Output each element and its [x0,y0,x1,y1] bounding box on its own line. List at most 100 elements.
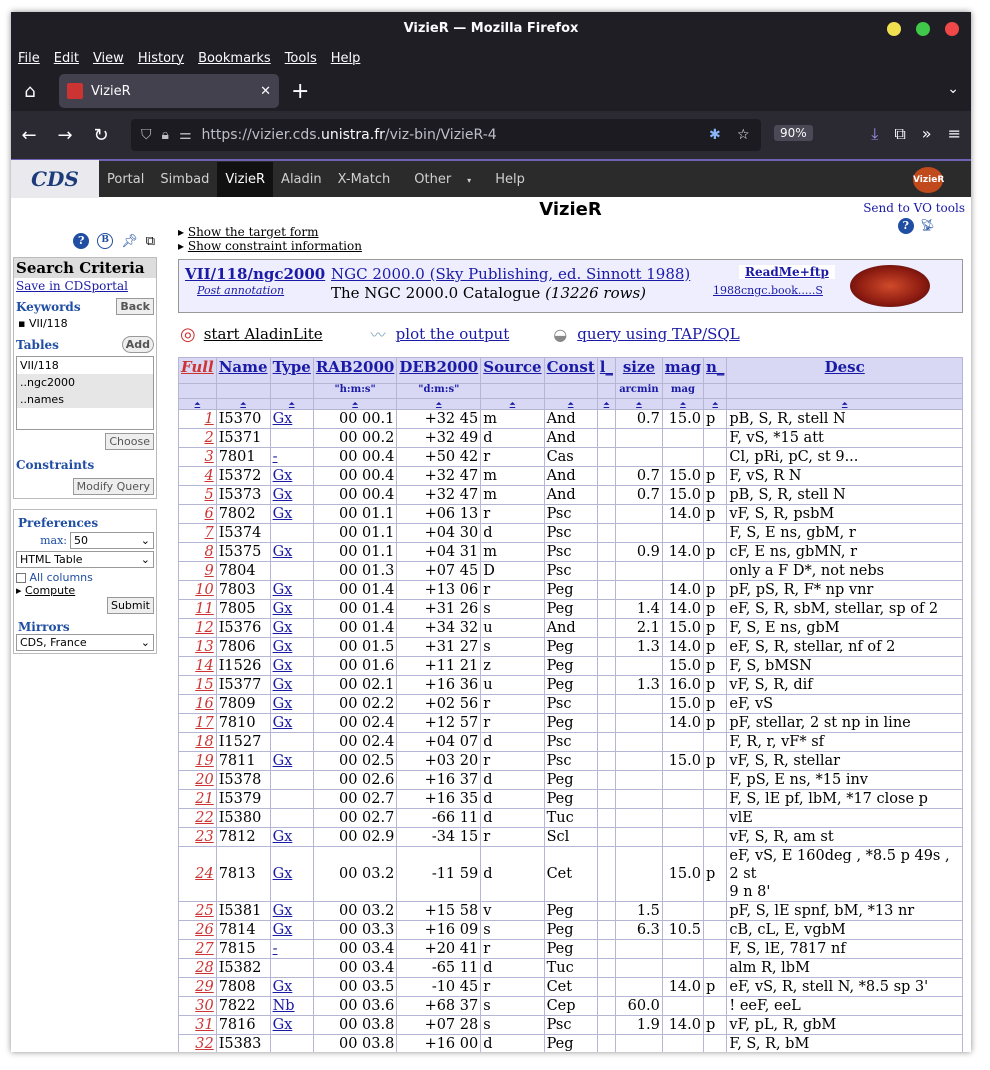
new-tab-icon[interactable]: + [291,79,309,104]
column-header[interactable]: mag [661,357,704,384]
help-icon[interactable]: ? [73,233,90,249]
vizier-logo[interactable]: VizieR [913,167,944,193]
column-header[interactable]: size [615,357,663,384]
table-cell[interactable]: Gx [269,901,314,921]
table-cell[interactable]: 17 [178,713,217,733]
all-columns-checkbox[interactable] [16,573,26,583]
sort-icon[interactable]: ⏶ [615,398,663,410]
table-cell[interactable]: Gx [269,846,314,902]
table-cell[interactable]: 7 [178,523,217,543]
menu-help[interactable]: Help [331,51,361,66]
compute-toggle[interactable]: ▸ Compute [16,584,75,597]
menu-bookmarks[interactable]: Bookmarks [198,51,271,66]
close-button[interactable] [945,22,959,36]
tap-sql-link[interactable]: query using TAP/SQL [577,325,739,343]
tables-list[interactable]: VII/118 ..ngc2000 ..names [16,356,154,430]
cds-nav-xmatch[interactable]: X-Match [330,162,399,197]
aladin-icon[interactable]: ◎ [180,324,196,345]
column-header[interactable]: DEB2000 [396,357,482,384]
table-cell[interactable]: Gx [269,599,314,619]
table-cell[interactable]: Gx [269,637,314,657]
table-cell[interactable]: 21 [178,789,217,809]
table-cell[interactable]: Gx [269,713,314,733]
column-header[interactable]: n_ [702,357,728,384]
sort-icon[interactable]: ⏶ [269,398,314,410]
column-header[interactable]: RAB2000 [312,357,398,384]
choose-button[interactable]: Choose [105,433,154,450]
show-constraint-toggle[interactable]: ▸ Show constraint information [178,239,963,253]
table-list-item[interactable]: VII/118 [17,357,153,374]
pin-icon[interactable]: 📌︎ [121,234,138,249]
table-cell[interactable]: 32 [178,1034,217,1052]
zoom-level[interactable]: 90% [774,125,813,141]
cds-logo[interactable]: CDS [11,160,99,198]
post-annotation-link[interactable]: Post annotation [197,284,284,297]
table-cell[interactable]: 24 [178,846,217,902]
column-header[interactable]: Const [543,357,598,384]
sort-icon[interactable]: ⏶ [543,398,598,410]
table-cell[interactable]: 10 [178,580,217,600]
table-cell[interactable]: 23 [178,827,217,847]
forward-arrow-icon[interactable]: → [47,125,83,146]
overflow-icon[interactable]: » [922,124,932,144]
table-list-item[interactable]: ..ngc2000 [17,374,153,391]
list-tabs-chevron-icon[interactable]: ⌄ [947,81,959,97]
detach-icon[interactable]: ⧉ [146,234,155,249]
tap-icon[interactable]: ◒ [553,325,567,344]
cds-nav-other[interactable]: Other ▾ [398,162,487,197]
cds-nav-help[interactable]: Help [487,162,533,197]
column-header[interactable]: Source [480,357,545,384]
menu-file[interactable]: File [18,51,40,66]
table-cell[interactable]: 22 [178,808,217,828]
home-icon[interactable]: ⌂ [11,81,49,102]
back-button[interactable]: Back [116,298,154,315]
sort-icon[interactable]: ⏶ [661,398,704,410]
sort-icon[interactable]: ⏶ [396,398,482,410]
table-cell[interactable]: Gx [269,466,314,486]
vo-help-icon[interactable]: ? [897,218,914,234]
menu-history[interactable]: History [138,51,184,66]
sort-icon[interactable]: ⏶ [480,398,545,410]
table-cell[interactable]: 8 [178,542,217,562]
table-cell[interactable]: Gx [269,920,314,940]
table-list-item[interactable]: ..names [17,391,153,408]
show-target-form-toggle[interactable]: ▸ Show the target form [178,225,963,239]
tab-close-icon[interactable]: ✕ [260,84,271,99]
table-cell[interactable]: Gx [269,827,314,847]
column-header[interactable]: Name [215,357,271,384]
menu-view[interactable]: View [93,51,124,66]
table-cell[interactable]: 27 [178,939,217,959]
table-cell[interactable]: 20 [178,770,217,790]
sort-icon[interactable]: ⏶ [702,398,728,410]
max-select[interactable]: 50 ⌄ [70,532,154,549]
table-cell[interactable]: Gx [269,675,314,695]
table-cell[interactable]: 15 [178,675,217,695]
sort-icon[interactable]: ⏶ [178,398,217,410]
table-cell[interactable]: Gx [269,542,314,562]
lock-icon[interactable]: 🔒︎ [162,127,169,143]
table-cell[interactable]: 28 [178,958,217,978]
extensions-icon[interactable]: ⧉ [894,124,905,144]
cds-nav-vizier[interactable]: VizieR [217,161,274,197]
table-cell[interactable]: 25 [178,901,217,921]
table-cell[interactable]: Nb [269,996,314,1016]
url-bar[interactable]: ⛉ 🔒︎ ⚌ https://vizier.cds.unistra.fr/viz… [131,119,813,151]
table-cell[interactable]: 5 [178,485,217,505]
plot-output-link[interactable]: plot the output [396,325,510,343]
table-cell[interactable]: 16 [178,694,217,714]
table-cell[interactable]: 14 [178,656,217,676]
column-header[interactable]: Full [178,357,217,384]
table-cell[interactable]: 2 [178,428,217,448]
catalog-title-link[interactable]: NGC 2000.0 (Sky Publishing, ed. Sinnott … [331,265,690,283]
cds-nav-aladin[interactable]: Aladin [273,162,330,197]
table-cell[interactable]: - [269,939,314,959]
back-arrow-icon[interactable]: ← [11,125,47,146]
table-cell[interactable]: 4 [178,466,217,486]
download-icon[interactable]: ⤓ [871,124,878,144]
format-select[interactable]: HTML Table ⌄ [16,551,154,568]
mirror-select[interactable]: CDS, France ⌄ [16,634,154,651]
send-to-vo-tools-link[interactable]: Send to VO tools [863,201,965,215]
table-cell[interactable]: Gx [269,751,314,771]
maximize-button[interactable] [916,22,930,36]
table-cell[interactable]: Gx [269,1015,314,1035]
